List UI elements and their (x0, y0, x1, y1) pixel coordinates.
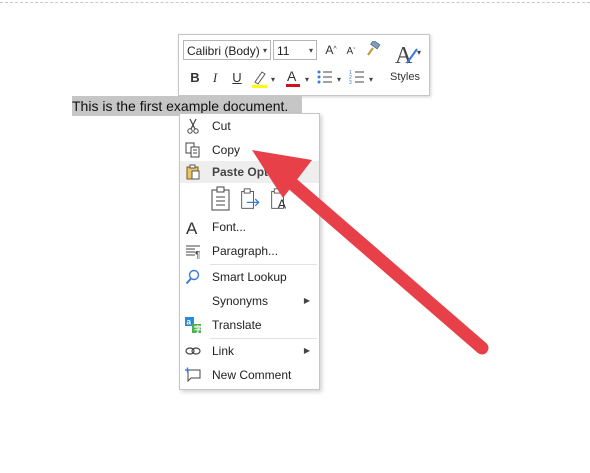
numbering-icon: 1 2 3 (349, 70, 364, 86)
menu-item-synonyms[interactable]: Synonyms ▶ (180, 290, 319, 312)
grow-font-button[interactable]: A^ (323, 42, 339, 58)
paste-options-header: Paste Options: (180, 161, 319, 183)
svg-text:A: A (395, 43, 413, 69)
highlighter-icon (252, 71, 267, 88)
chevron-down-icon: ▾ (262, 46, 267, 55)
styles-icon: A ▾ (395, 43, 421, 69)
menu-item-link[interactable]: Link ▶ (180, 340, 319, 362)
menu-item-copy[interactable]: Copy (180, 139, 319, 161)
svg-text:A: A (287, 68, 297, 84)
new-comment-icon (185, 367, 201, 383)
menu-item-font[interactable]: A Font... (180, 216, 319, 238)
clipboard-icon (186, 164, 200, 180)
menu-item-cut-label: Cut (212, 119, 231, 133)
paste-options-label: Paste Options: (212, 165, 297, 179)
svg-text:¶: ¶ (195, 250, 200, 259)
menu-item-font-label: Font... (212, 220, 247, 234)
menu-item-copy-label: Copy (212, 143, 241, 157)
menu-item-translate[interactable]: a 字 Translate (180, 314, 319, 336)
styles-label: Styles (390, 71, 420, 83)
svg-text:3: 3 (349, 80, 352, 85)
menu-item-new-comment-label: New Comment (212, 368, 292, 382)
menu-separator (210, 338, 317, 339)
bullets-button[interactable] (317, 69, 333, 85)
styles-button[interactable]: A ▾ (393, 41, 423, 74)
submenu-arrow-icon: ▶ (303, 296, 310, 305)
menu-item-cut[interactable]: Cut (180, 115, 319, 137)
svg-text:▾: ▾ (417, 48, 421, 57)
menu-item-paragraph[interactable]: ¶ Paragraph... (180, 240, 319, 262)
submenu-arrow-icon: ▶ (303, 346, 310, 355)
chevron-down-icon[interactable]: ▾ (337, 75, 341, 84)
svg-text:a: a (187, 318, 192, 327)
shrink-font-button[interactable]: Aˇ (343, 44, 359, 60)
font-size-combo[interactable]: 11 ▾ (273, 40, 317, 60)
font-icon: A (186, 219, 198, 235)
mini-toolbar: Calibri (Body) ▾ 11 ▾ A^ Aˇ A ▾ Styles B… (178, 34, 430, 96)
menu-item-new-comment[interactable]: New Comment (180, 364, 319, 386)
svg-text:A: A (186, 219, 198, 235)
smart-lookup-icon (185, 269, 200, 285)
format-painter-icon (367, 39, 381, 56)
chevron-down-icon[interactable]: ▾ (369, 75, 373, 84)
menu-item-translate-label: Translate (212, 318, 262, 332)
italic-button[interactable]: I (207, 70, 223, 86)
translate-icon: a 字 (185, 317, 201, 333)
menu-item-synonyms-label: Synonyms (212, 294, 269, 308)
chevron-down-icon: ▾ (308, 46, 313, 55)
chevron-down-icon[interactable]: ▾ (305, 75, 309, 84)
page-top-border (0, 2, 590, 3)
font-name-combo[interactable]: Calibri (Body) ▾ (183, 40, 271, 60)
context-menu: Cut Copy Paste Options: A A Font... ¶ Pa… (179, 113, 320, 390)
font-color-icon: A (286, 68, 300, 87)
link-icon (185, 347, 201, 355)
font-name-value: Calibri (Body) (187, 44, 260, 58)
paste-merge-formatting-icon[interactable] (240, 186, 262, 212)
font-size-value: 11 (277, 44, 290, 58)
format-painter-button[interactable] (365, 39, 381, 57)
scissors-icon (187, 118, 199, 134)
menu-item-smart-lookup-label: Smart Lookup (212, 270, 287, 284)
bullets-icon (317, 70, 332, 84)
numbering-button[interactable]: 1 2 3 (349, 69, 365, 86)
font-color-button[interactable]: A (285, 68, 301, 87)
underline-button[interactable]: U (229, 70, 245, 86)
menu-item-paragraph-label: Paragraph... (212, 244, 279, 258)
paste-keep-formatting-icon[interactable] (210, 186, 232, 212)
highlight-button[interactable] (251, 69, 267, 88)
menu-item-link-label: Link (212, 344, 235, 358)
paragraph-icon: ¶ (186, 245, 200, 259)
copy-icon (185, 142, 200, 158)
paste-keep-text-only-icon[interactable]: A (270, 186, 292, 212)
svg-text:字: 字 (194, 324, 201, 333)
menu-item-smart-lookup[interactable]: Smart Lookup (180, 266, 319, 288)
bold-button[interactable]: B (187, 70, 203, 86)
svg-text:A: A (278, 197, 287, 211)
chevron-down-icon[interactable]: ▾ (271, 75, 275, 84)
menu-separator (210, 264, 317, 265)
